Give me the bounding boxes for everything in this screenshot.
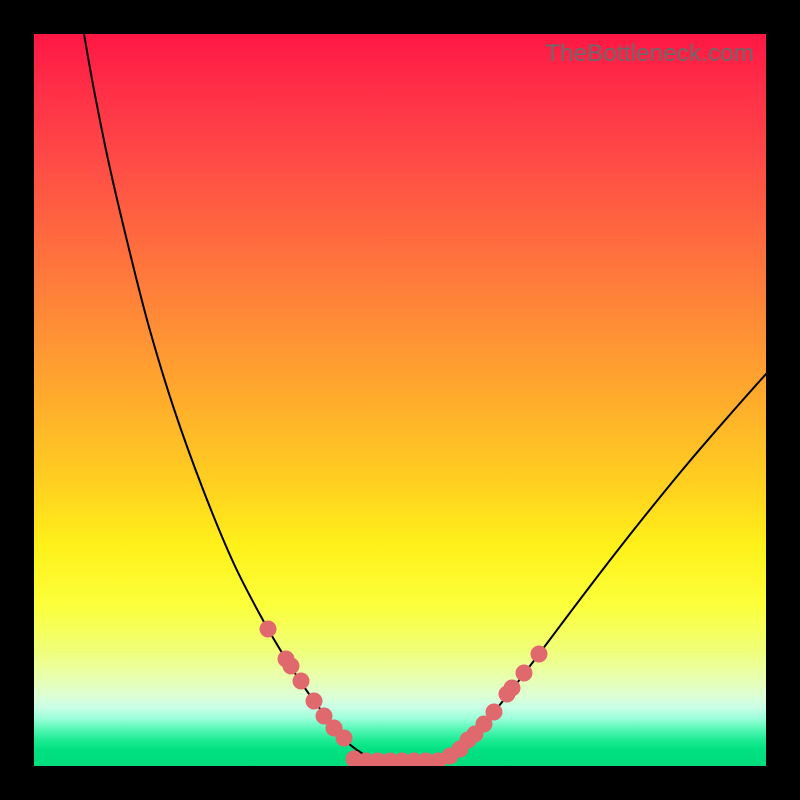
data-point-marker bbox=[293, 673, 310, 690]
plot-area: TheBottleneck.com bbox=[34, 34, 766, 766]
data-point-marker bbox=[531, 646, 548, 663]
curve-layer bbox=[34, 34, 766, 766]
data-markers bbox=[260, 621, 548, 767]
data-point-marker bbox=[283, 658, 300, 675]
data-point-marker bbox=[260, 621, 277, 638]
data-point-marker bbox=[504, 680, 521, 697]
data-point-marker bbox=[336, 730, 353, 747]
data-point-marker bbox=[306, 693, 323, 710]
bottleneck-curve bbox=[84, 34, 766, 761]
chart-stage: TheBottleneck.com bbox=[0, 0, 800, 800]
data-point-marker bbox=[516, 665, 533, 682]
data-point-marker bbox=[486, 704, 503, 721]
